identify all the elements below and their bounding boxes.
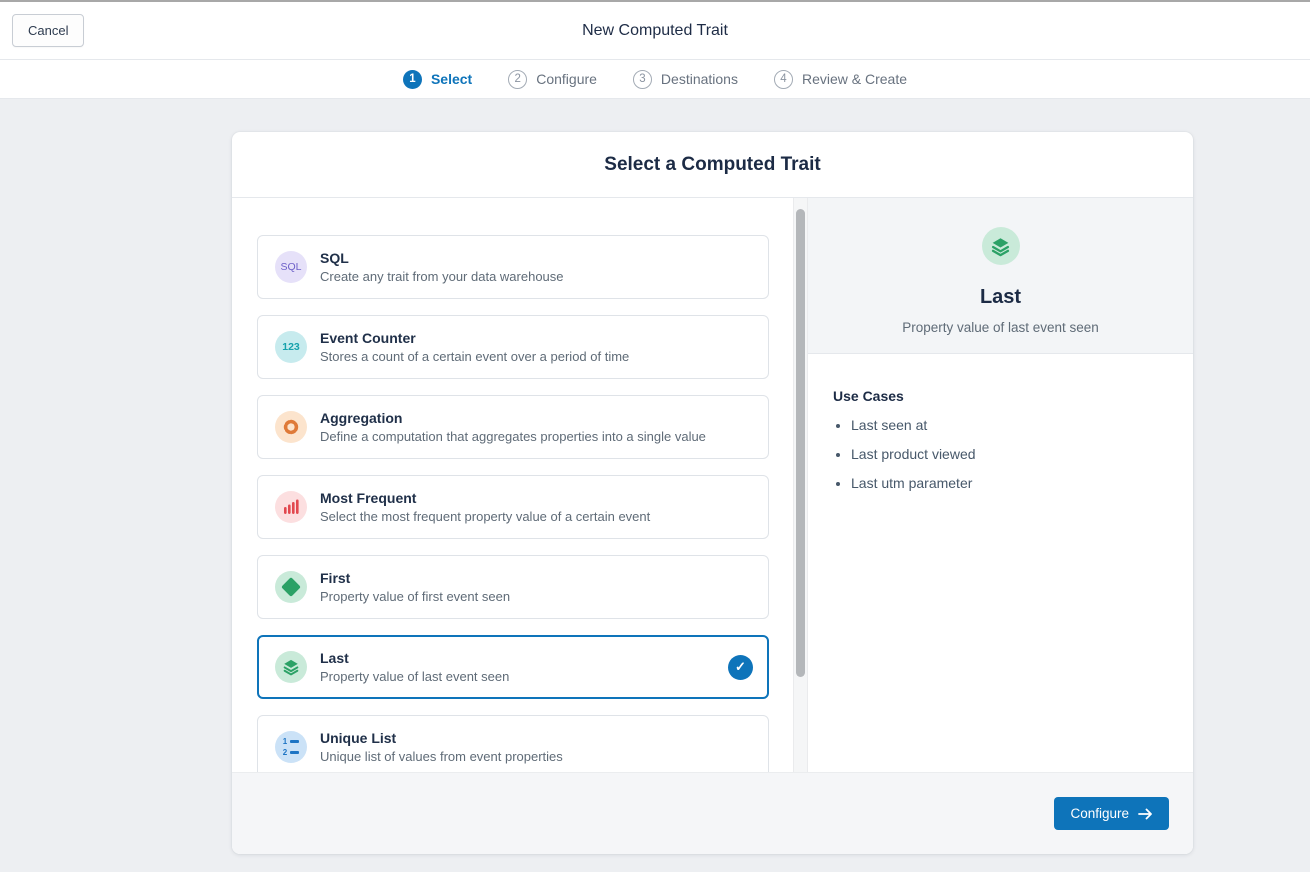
step-label: Review & Create <box>802 71 907 87</box>
use-cases-section: Use Cases Last seen at Last product view… <box>808 354 1193 504</box>
trait-texts: Unique List Unique list of values from e… <box>320 730 753 764</box>
arrow-right-icon <box>1138 808 1153 820</box>
step-label: Destinations <box>661 71 738 87</box>
detail-description: Property value of last event seen <box>902 320 1099 335</box>
trait-item-sql[interactable]: SQL SQL Create any trait from your data … <box>257 235 769 299</box>
trait-name: Most Frequent <box>320 490 753 506</box>
trait-name: Unique List <box>320 730 753 746</box>
sql-icon-text: SQL <box>280 261 301 273</box>
card-title: Select a Computed Trait <box>604 154 820 176</box>
trait-name: First <box>320 570 753 586</box>
trait-description: Property value of last event seen <box>320 669 728 684</box>
select-trait-card: Select a Computed Trait SQL SQL Create a… <box>232 132 1193 854</box>
use-cases-list: Last seen at Last product viewed Last ut… <box>833 417 1173 491</box>
cancel-button[interactable]: Cancel <box>12 14 84 47</box>
use-case-item: Last product viewed <box>851 446 1173 462</box>
top-bar: Cancel New Computed Trait <box>0 2 1310 60</box>
trait-name: SQL <box>320 250 753 266</box>
trait-description: Stores a count of a certain event over a… <box>320 349 753 364</box>
trait-name: Last <box>320 650 728 666</box>
detail-title: Last <box>980 286 1021 309</box>
trait-description: Select the most frequent property value … <box>320 509 753 524</box>
trait-description: Unique list of values from event propert… <box>320 749 753 764</box>
layers-icon <box>982 227 1020 265</box>
trait-description: Create any trait from your data warehous… <box>320 269 753 284</box>
trait-item-first[interactable]: First Property value of first event seen <box>257 555 769 619</box>
trait-texts: Last Property value of last event seen <box>320 650 728 684</box>
page-title: New Computed Trait <box>0 22 1310 40</box>
trait-texts: First Property value of first event seen <box>320 570 753 604</box>
step-select[interactable]: 1 Select <box>403 70 472 89</box>
step-destinations[interactable]: 3 Destinations <box>633 70 738 89</box>
selected-check-icon: ✓ <box>728 655 753 680</box>
scrollbar-thumb[interactable] <box>796 209 805 677</box>
use-case-item: Last seen at <box>851 417 1173 433</box>
trait-item-event-counter[interactable]: 123 Event Counter Stores a count of a ce… <box>257 315 769 379</box>
card-body: SQL SQL Create any trait from your data … <box>232 198 1193 772</box>
trait-name: Aggregation <box>320 410 753 426</box>
configure-button-label: Configure <box>1070 806 1129 821</box>
trait-texts: Most Frequent Select the most frequent p… <box>320 490 753 524</box>
gear-ring-icon <box>275 411 307 443</box>
trait-texts: SQL Create any trait from your data ware… <box>320 250 753 284</box>
scrollbar-track[interactable] <box>793 198 808 772</box>
step-label: Select <box>431 71 472 87</box>
stepper: 1 Select 2 Configure 3 Destinations 4 Re… <box>0 60 1310 99</box>
sql-badge-icon: SQL <box>275 251 307 283</box>
step-number-badge: 2 <box>508 70 527 89</box>
trait-item-unique-list[interactable]: 1 2 Unique List Unique list of values fr… <box>257 715 769 772</box>
trait-item-last[interactable]: Last Property value of last event seen ✓ <box>257 635 769 699</box>
step-number-badge: 1 <box>403 70 422 89</box>
step-number-badge: 3 <box>633 70 652 89</box>
number-123-icon: 123 <box>275 331 307 363</box>
layers-icon <box>275 651 307 683</box>
list-number: 1 <box>283 738 287 746</box>
step-number-badge: 4 <box>774 70 793 89</box>
step-label: Configure <box>536 71 597 87</box>
list-number: 2 <box>283 749 287 757</box>
use-case-item: Last utm parameter <box>851 475 1173 491</box>
detail-header: Last Property value of last event seen <box>808 198 1193 354</box>
trait-description: Define a computation that aggregates pro… <box>320 429 753 444</box>
trait-texts: Aggregation Define a computation that ag… <box>320 410 753 444</box>
bar-chart-icon <box>275 491 307 523</box>
trait-description: Property value of first event seen <box>320 589 753 604</box>
numbered-list-icon: 1 2 <box>275 731 307 763</box>
trait-item-aggregation[interactable]: Aggregation Define a computation that ag… <box>257 395 769 459</box>
trait-detail-panel: Last Property value of last event seen U… <box>808 198 1193 772</box>
123-icon-text: 123 <box>282 341 300 353</box>
trait-list: SQL SQL Create any trait from your data … <box>232 198 793 772</box>
configure-button[interactable]: Configure <box>1054 797 1169 830</box>
use-cases-heading: Use Cases <box>833 388 1173 404</box>
card-header: Select a Computed Trait <box>232 132 1193 198</box>
diamond-icon <box>275 571 307 603</box>
trait-name: Event Counter <box>320 330 753 346</box>
trait-item-most-frequent[interactable]: Most Frequent Select the most frequent p… <box>257 475 769 539</box>
step-configure[interactable]: 2 Configure <box>508 70 597 89</box>
card-footer: Configure <box>232 772 1193 854</box>
step-review-create[interactable]: 4 Review & Create <box>774 70 907 89</box>
trait-texts: Event Counter Stores a count of a certai… <box>320 330 753 364</box>
